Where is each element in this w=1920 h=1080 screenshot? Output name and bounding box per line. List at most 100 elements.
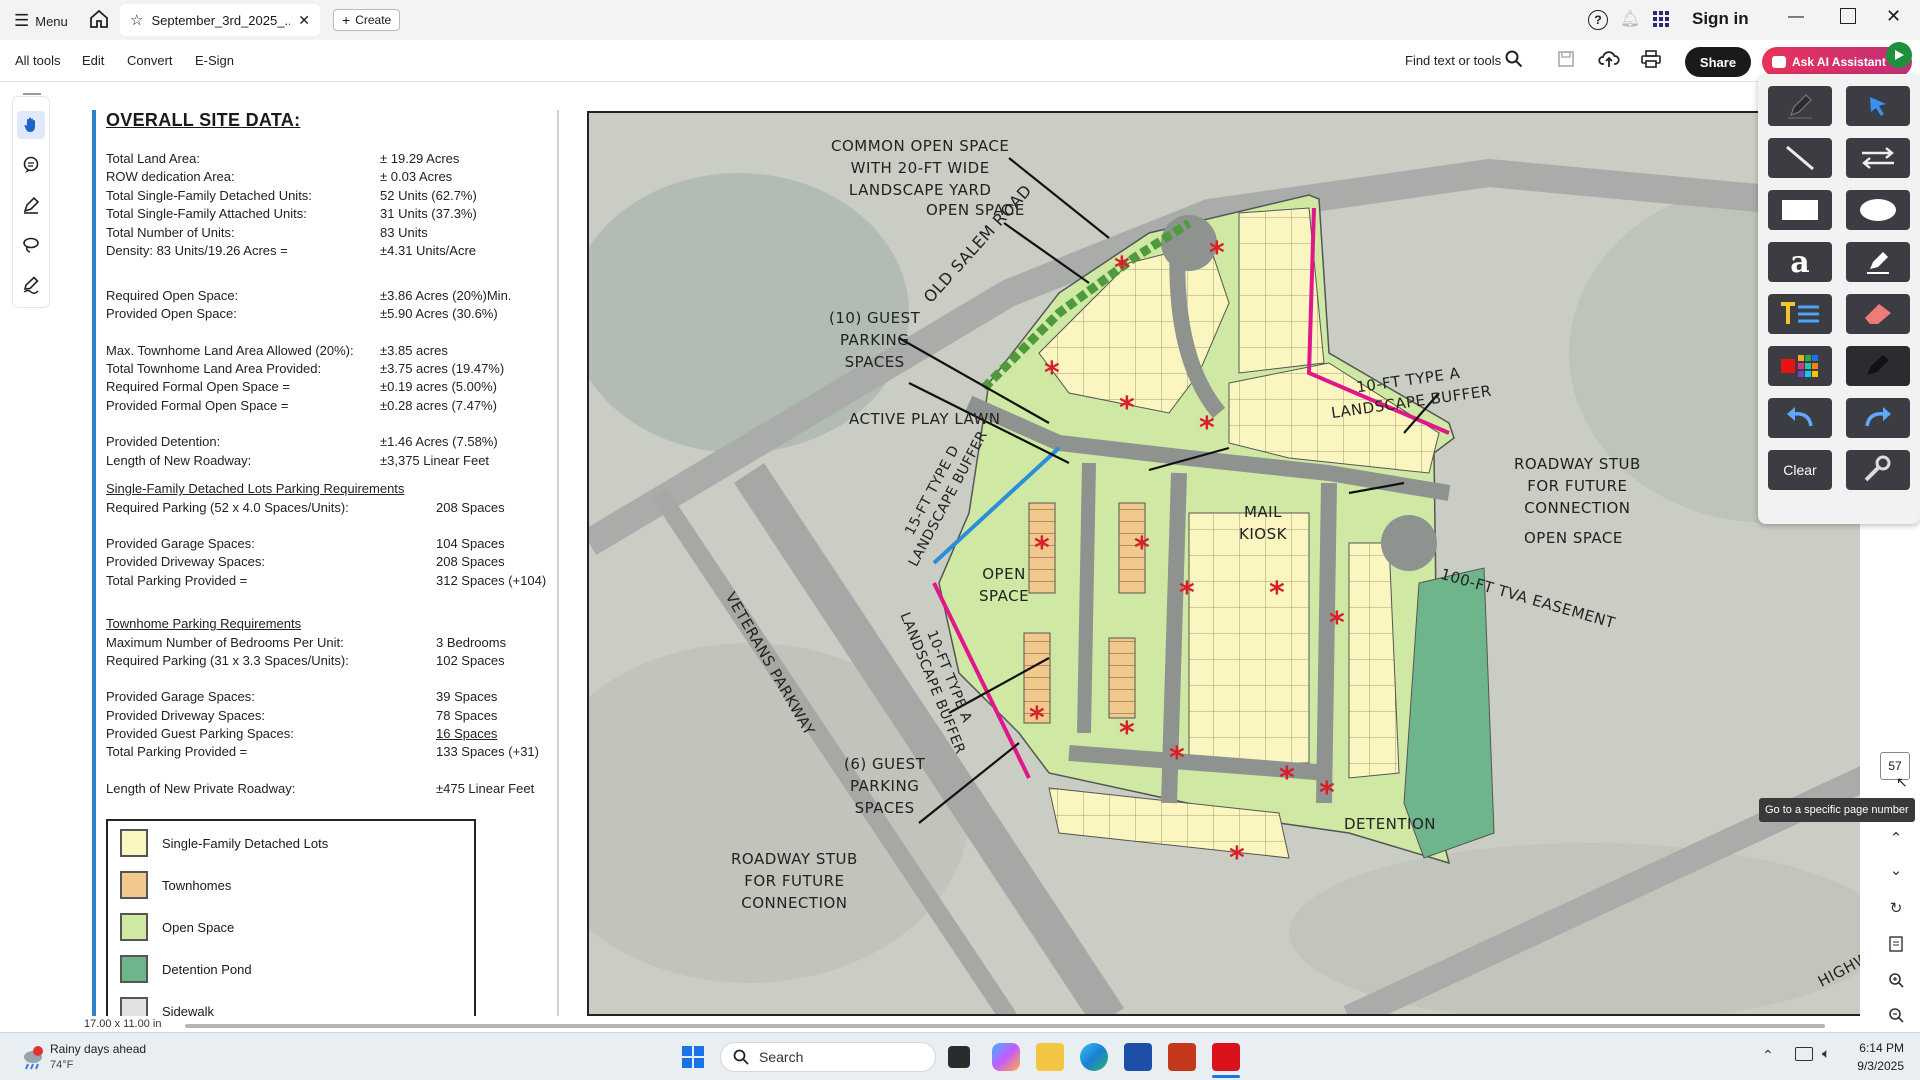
- print-icon[interactable]: [1641, 50, 1661, 73]
- text-format-icon[interactable]: [1768, 294, 1832, 334]
- document-size-label: 17.00 x 11.00 in: [84, 1018, 162, 1030]
- svg-text:*: *: [1229, 841, 1245, 876]
- arrow-tool-icon[interactable]: [1846, 138, 1910, 178]
- pen-tool-icon[interactable]: [1768, 86, 1832, 126]
- windows-taskbar: Rainy days ahead 74°F Search ⌃ 🔈︎ 6:14 P…: [0, 1032, 1920, 1080]
- menu-label: Menu: [35, 13, 68, 29]
- taskbar-search[interactable]: Search: [720, 1042, 936, 1072]
- page-thumbnail-icon[interactable]: [1886, 934, 1906, 954]
- svg-text:*: *: [1134, 531, 1150, 566]
- lasso-icon[interactable]: [17, 231, 45, 259]
- svg-text:*: *: [1119, 716, 1135, 751]
- stroke-width-icon[interactable]: [1846, 346, 1910, 386]
- line-tool-icon[interactable]: [1768, 138, 1832, 178]
- close-window-icon[interactable]: ✕: [1886, 6, 1901, 27]
- site-data-label: Total Number of Units:: [106, 225, 235, 240]
- settings-wrench-icon[interactable]: [1846, 450, 1910, 490]
- color-picker-icon[interactable]: [1768, 346, 1832, 386]
- site-data-label: Total Parking Provided =: [106, 744, 248, 759]
- create-button[interactable]: + Create: [333, 9, 401, 31]
- acrobat-icon[interactable]: [1212, 1043, 1240, 1071]
- bell-icon[interactable]: 🔔︎: [1620, 9, 1640, 29]
- close-tab-icon[interactable]: ✕: [298, 12, 310, 29]
- site-data-value: ±5.90 Acres (30.6%): [380, 306, 498, 321]
- apps-grid-icon[interactable]: [1652, 10, 1670, 28]
- task-view-icon[interactable]: [948, 1046, 970, 1068]
- zoom-out-icon[interactable]: [1886, 1005, 1906, 1025]
- upload-cloud-icon[interactable]: [1598, 49, 1620, 74]
- site-data-value: 133 Spaces (+31): [436, 744, 539, 759]
- site-plan-map: * * * * * * * * * * * * * * * * COMMON OPEN SPACE …: [587, 111, 1860, 1016]
- zoom-in-icon[interactable]: [1886, 970, 1906, 990]
- site-data-value: 39 Spaces: [436, 689, 498, 704]
- edge-browser-icon[interactable]: [1080, 1043, 1108, 1071]
- horizontal-scrollbar[interactable]: [185, 1024, 1825, 1028]
- next-page-icon[interactable]: ⌄: [1886, 860, 1906, 880]
- svg-text:*: *: [1269, 576, 1285, 611]
- page-number-tooltip: Go to a specific page number: [1759, 798, 1915, 822]
- start-windows-icon[interactable]: [682, 1046, 704, 1068]
- redo-icon[interactable]: [1846, 398, 1910, 438]
- label-common-open-space: COMMON OPEN SPACE WITH 20-FT WIDE LANDSC…: [831, 135, 1009, 201]
- site-data-title: OVERALL SITE DATA:: [106, 110, 301, 130]
- svg-text:*: *: [1044, 356, 1060, 391]
- clock-date[interactable]: 9/3/2025: [1846, 1059, 1904, 1073]
- minimize-icon[interactable]: —: [1788, 8, 1804, 26]
- highlighter-icon[interactable]: [17, 191, 45, 219]
- ellipse-tool-icon[interactable]: [1846, 190, 1910, 230]
- save-icon[interactable]: [1557, 50, 1575, 73]
- text-tool-icon[interactable]: a: [1768, 242, 1832, 282]
- help-icon[interactable]: ?: [1588, 10, 1608, 30]
- site-data-label: Density: 83 Units/19.26 Acres =: [106, 243, 288, 258]
- search-icon[interactable]: [1505, 50, 1523, 73]
- clock-time[interactable]: 6:14 PM: [1854, 1041, 1904, 1055]
- play-icon[interactable]: [1886, 42, 1912, 68]
- site-data-value: ±0.19 acres (5.00%): [380, 379, 497, 394]
- copilot-icon[interactable]: [992, 1043, 1020, 1071]
- rectangle-tool-icon[interactable]: [1768, 190, 1832, 230]
- site-data-label: Max. Townhome Land Area Allowed (20%):: [106, 343, 354, 358]
- hand-tool-icon[interactable]: [17, 111, 45, 139]
- pointer-tool-icon[interactable]: [1846, 86, 1910, 126]
- label-text: (6) GUEST PARKING SPACES: [844, 755, 926, 817]
- esign-menu[interactable]: E-Sign: [195, 53, 234, 68]
- legend-item: Open Space: [120, 913, 234, 941]
- file-explorer-icon[interactable]: [1036, 1043, 1064, 1071]
- marker-tool-icon[interactable]: [1846, 242, 1910, 282]
- legend-swatch: [120, 913, 148, 941]
- comment-icon[interactable]: [17, 151, 45, 179]
- show-hidden-icons-icon[interactable]: ⌃: [1762, 1047, 1774, 1064]
- volume-icon[interactable]: 🔈︎: [1822, 1045, 1830, 1062]
- sign-in-link[interactable]: Sign in: [1692, 9, 1749, 29]
- site-data-value: ± 19.29 Acres: [380, 151, 460, 166]
- site-data-value: 3 Bedrooms: [436, 635, 507, 650]
- menu-button[interactable]: ☰ Menu: [14, 11, 68, 31]
- star-icon[interactable]: ☆: [130, 11, 143, 29]
- all-tools-menu[interactable]: All tools: [15, 53, 61, 68]
- site-data-value: 104 Spaces: [436, 536, 505, 551]
- clear-button[interactable]: Clear: [1768, 450, 1832, 490]
- sign-tool-icon[interactable]: [17, 271, 45, 299]
- site-data-value: 312 Spaces (+104): [436, 573, 547, 588]
- share-button[interactable]: Share: [1685, 47, 1751, 77]
- network-icon[interactable]: [1795, 1047, 1813, 1061]
- weather-icon[interactable]: [20, 1045, 46, 1071]
- legend-label: Detention Pond: [162, 961, 252, 977]
- undo-icon[interactable]: [1768, 398, 1832, 438]
- site-data-label: Provided Driveway Spaces:: [106, 708, 265, 723]
- edit-menu[interactable]: Edit: [82, 53, 104, 68]
- svg-text:*: *: [1319, 776, 1335, 811]
- eraser-tool-icon[interactable]: [1846, 294, 1910, 334]
- site-data-label: Provided Driveway Spaces:: [106, 554, 265, 569]
- rotate-icon[interactable]: ↻: [1886, 898, 1906, 918]
- restore-icon[interactable]: [1840, 8, 1856, 24]
- home-icon[interactable]: [88, 8, 110, 30]
- site-data-label: Required Parking (31 x 3.3 Spaces/Units)…: [106, 653, 349, 668]
- store-icon[interactable]: [1124, 1043, 1152, 1071]
- previous-page-icon[interactable]: ⌃: [1886, 828, 1906, 848]
- site-data-value: 31 Units (37.3%): [380, 206, 477, 221]
- find-tools-field[interactable]: Find text or tools: [1405, 53, 1501, 68]
- powerpoint-icon[interactable]: [1168, 1043, 1196, 1071]
- document-tab[interactable]: ☆ September_3rd_2025_... ✕: [120, 4, 320, 36]
- convert-menu[interactable]: Convert: [127, 53, 173, 68]
